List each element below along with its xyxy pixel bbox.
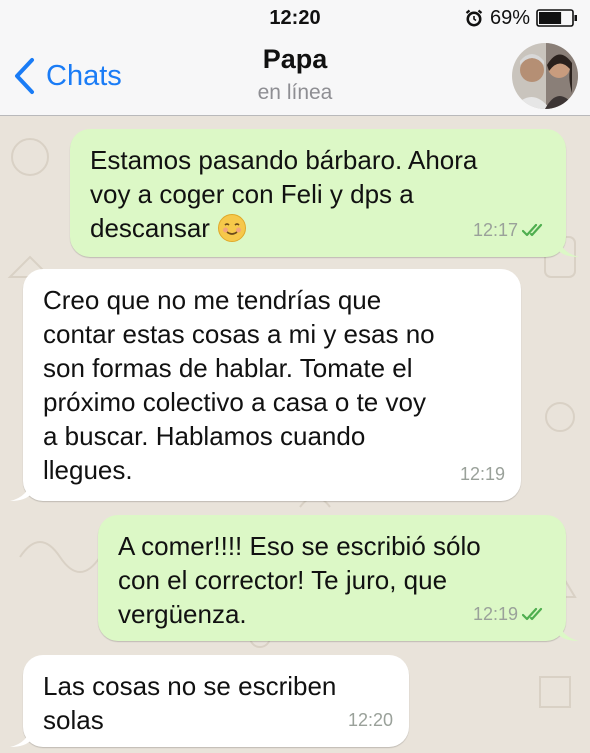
message-meta: 12:19	[473, 597, 550, 631]
contact-avatar[interactable]	[512, 43, 578, 109]
battery-percent: 69%	[489, 6, 530, 29]
status-right: 69%	[464, 7, 578, 29]
double-check-icon	[522, 607, 543, 621]
message-meta: 12:17	[473, 213, 550, 247]
message-time: 12:20	[347, 710, 393, 730]
alarm-icon	[465, 9, 483, 27]
message-meta: 12:20	[348, 703, 393, 737]
double-check-icon	[522, 223, 543, 237]
incoming-message-bubble[interactable]: Las cosas no se escriben solas 12:20	[10, 655, 409, 747]
incoming-message-bubble[interactable]: Creo que no me tendrías que contar estas…	[10, 269, 521, 501]
outgoing-message-bubble[interactable]: A comer!!!! Eso se escribió sólo con el …	[98, 515, 579, 641]
message-time: 12:17	[472, 220, 518, 240]
bubble-tail	[557, 619, 579, 641]
chat-header: Chats Papa en línea	[0, 36, 590, 116]
smiling-face-icon	[218, 214, 247, 242]
message-text: Creo que no me tendrías que contar estas…	[43, 285, 435, 485]
chat-area[interactable]: Estamos pasando bárbaro. Ahora voy a cog…	[0, 117, 590, 753]
message-meta: 12:19	[460, 457, 505, 491]
contact-name: Papa	[262, 44, 328, 74]
bubble-tail	[10, 479, 32, 501]
message-time: 12:19	[459, 464, 505, 484]
bubble-tail	[10, 725, 32, 747]
message-time: 12:19	[472, 604, 518, 624]
outgoing-message-bubble[interactable]: Estamos pasando bárbaro. Ahora voy a cog…	[70, 129, 579, 257]
bubble-tail	[557, 235, 579, 257]
avatar-photo	[512, 43, 578, 109]
battery-icon	[536, 9, 577, 27]
contact-info[interactable]: Papa en línea	[0, 44, 590, 105]
message-text: Las cosas no se escriben solas	[43, 671, 337, 735]
status-bar: 12:20 69%	[0, 0, 590, 36]
contact-status: en línea	[257, 81, 333, 104]
